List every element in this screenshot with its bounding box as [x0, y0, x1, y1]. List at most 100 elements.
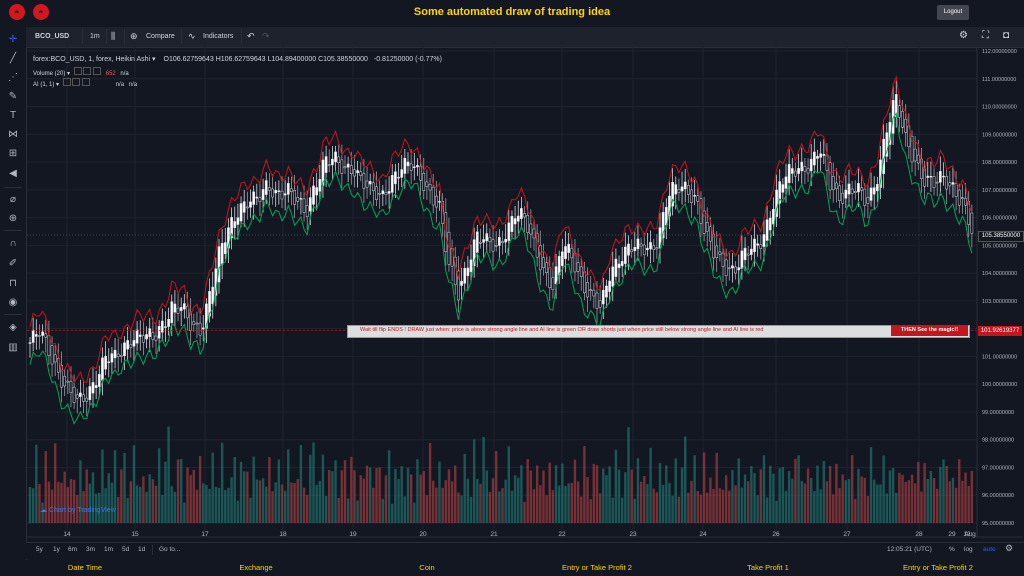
tradingview-watermark[interactable]: ☁ Chart by TradingView: [40, 506, 116, 514]
range-3m[interactable]: 3m: [86, 546, 95, 553]
utc-clock[interactable]: 12:05:21 (UTC): [887, 546, 932, 553]
indicators-button[interactable]: Indicators: [203, 33, 233, 40]
interval-button[interactable]: 1m: [90, 33, 100, 40]
footer-coin: Coin: [419, 563, 435, 572]
auto-toggle[interactable]: auto: [983, 546, 996, 553]
range-1m[interactable]: 1m: [104, 546, 113, 553]
volume-bar: [932, 478, 936, 523]
settings-toggle-icon[interactable]: [72, 78, 81, 86]
compare-icon[interactable]: ⊕: [130, 31, 138, 42]
settings-toggle-icon[interactable]: [83, 67, 92, 75]
price-chart[interactable]: 112.00000000 111.00000000 110.00000000 109.…: [27, 47, 1023, 557]
text-tool-icon[interactable]: T: [6, 109, 20, 123]
volume-bar: [406, 467, 410, 523]
volume-bar: [712, 489, 715, 523]
candle-body: [309, 197, 312, 212]
price-tick-label: 96.00000000: [982, 493, 1014, 499]
camera-icon[interactable]: ◘: [1003, 30, 1009, 41]
candle-body: [176, 307, 180, 314]
fullscreen-icon[interactable]: ⛶: [982, 30, 989, 41]
brush-icon[interactable]: ✎: [6, 90, 20, 104]
time-tick-label: 23: [629, 531, 637, 538]
candle-body: [513, 218, 517, 225]
volume-bar: [139, 487, 142, 523]
volume-bar: [378, 467, 381, 523]
candle-body: [173, 303, 177, 313]
volume-label[interactable]: Volume (20): [33, 71, 65, 77]
magnet-icon[interactable]: ∩: [6, 237, 20, 251]
volume-bar: [202, 483, 205, 523]
candle-body: [233, 221, 237, 228]
range-5d[interactable]: 5d: [122, 546, 129, 553]
fib-tool-icon[interactable]: ⋰: [6, 71, 20, 85]
volume-bar: [630, 469, 633, 523]
bottom-settings-icon[interactable]: ⚙: [1005, 543, 1013, 554]
close-toggle-icon[interactable]: [82, 78, 91, 86]
settings-gear-icon[interactable]: ⚙: [959, 30, 968, 41]
volume-bar: [520, 465, 523, 523]
candle-body: [759, 244, 763, 249]
candle-body: [740, 250, 744, 270]
eye-toggle-icon[interactable]: [62, 78, 71, 86]
trendline-icon[interactable]: ╱: [6, 52, 20, 66]
legend-symbol[interactable]: forex:BCO_USD, 1, forex, Heikin Ashi: [33, 56, 150, 63]
layers-icon[interactable]: ◈: [6, 321, 20, 335]
price-tick-label: 110.00000000: [982, 105, 1017, 111]
range-1y[interactable]: 1y: [53, 546, 60, 553]
range-6m[interactable]: 6m: [68, 546, 77, 553]
volume-bar: [810, 477, 813, 523]
range-1d[interactable]: 1d: [138, 546, 145, 553]
eye-icon[interactable]: ◉: [6, 296, 20, 310]
goto-button[interactable]: Go to...: [159, 546, 180, 553]
volume-bar: [403, 496, 407, 523]
candle-body: [753, 238, 756, 253]
redo-icon[interactable]: ↷: [262, 31, 270, 42]
candle-body: [293, 190, 296, 205]
zoom-in-icon[interactable]: ⊕: [6, 212, 20, 226]
log-toggle[interactable]: log: [964, 546, 973, 553]
volume-bar: [148, 474, 151, 523]
trash-icon[interactable]: ▥: [6, 341, 20, 355]
volume-bar: [88, 483, 92, 523]
ai-label[interactable]: AI (1, 1): [33, 82, 54, 88]
volume-bar: [66, 487, 69, 523]
volume-bar: [192, 469, 195, 523]
range-5y[interactable]: 5y: [36, 546, 43, 553]
indicators-icon[interactable]: ∿: [188, 31, 196, 42]
lock-icon[interactable]: ⊓: [6, 277, 20, 291]
crosshair-icon[interactable]: ✛: [6, 33, 20, 47]
percent-toggle[interactable]: %: [949, 546, 955, 553]
volume-bar: [888, 470, 892, 523]
volume-bar: [545, 495, 548, 523]
candle-body: [79, 392, 82, 397]
candle-body: [312, 185, 315, 205]
symbol-search[interactable]: BCO_USD: [35, 33, 69, 40]
back-arrow-icon[interactable]: ◀: [6, 167, 20, 181]
candle-body: [299, 198, 303, 200]
candle-body: [693, 195, 696, 197]
compare-button[interactable]: Compare: [146, 33, 175, 40]
candle-body: [784, 176, 788, 189]
volume-bar: [110, 482, 114, 523]
close-toggle-icon[interactable]: [93, 67, 102, 75]
ruler-icon[interactable]: ⌀: [6, 193, 20, 207]
volume-bar: [271, 491, 274, 523]
pattern-tool-icon[interactable]: ⋈: [6, 128, 20, 142]
candle-body: [494, 245, 498, 247]
volume-bar: [882, 455, 885, 523]
volume-bar: [416, 459, 419, 523]
candle-style-icon[interactable]: ⫼: [111, 31, 115, 42]
volume-bar: [570, 482, 573, 523]
undo-icon[interactable]: ↶: [247, 31, 255, 42]
prediction-tool-icon[interactable]: ⊞: [6, 147, 20, 161]
eye-toggle-icon[interactable]: [73, 67, 82, 75]
stay-drawing-icon[interactable]: ✐: [6, 257, 20, 271]
volume-bar: [633, 498, 636, 523]
candle-body: [425, 181, 429, 187]
logout-button[interactable]: Logout: [937, 5, 969, 20]
volume-bar: [674, 458, 677, 523]
volume-bar: [564, 485, 567, 523]
candle-body: [630, 249, 633, 253]
volume-bar: [743, 474, 747, 523]
volume-bar: [835, 463, 838, 523]
